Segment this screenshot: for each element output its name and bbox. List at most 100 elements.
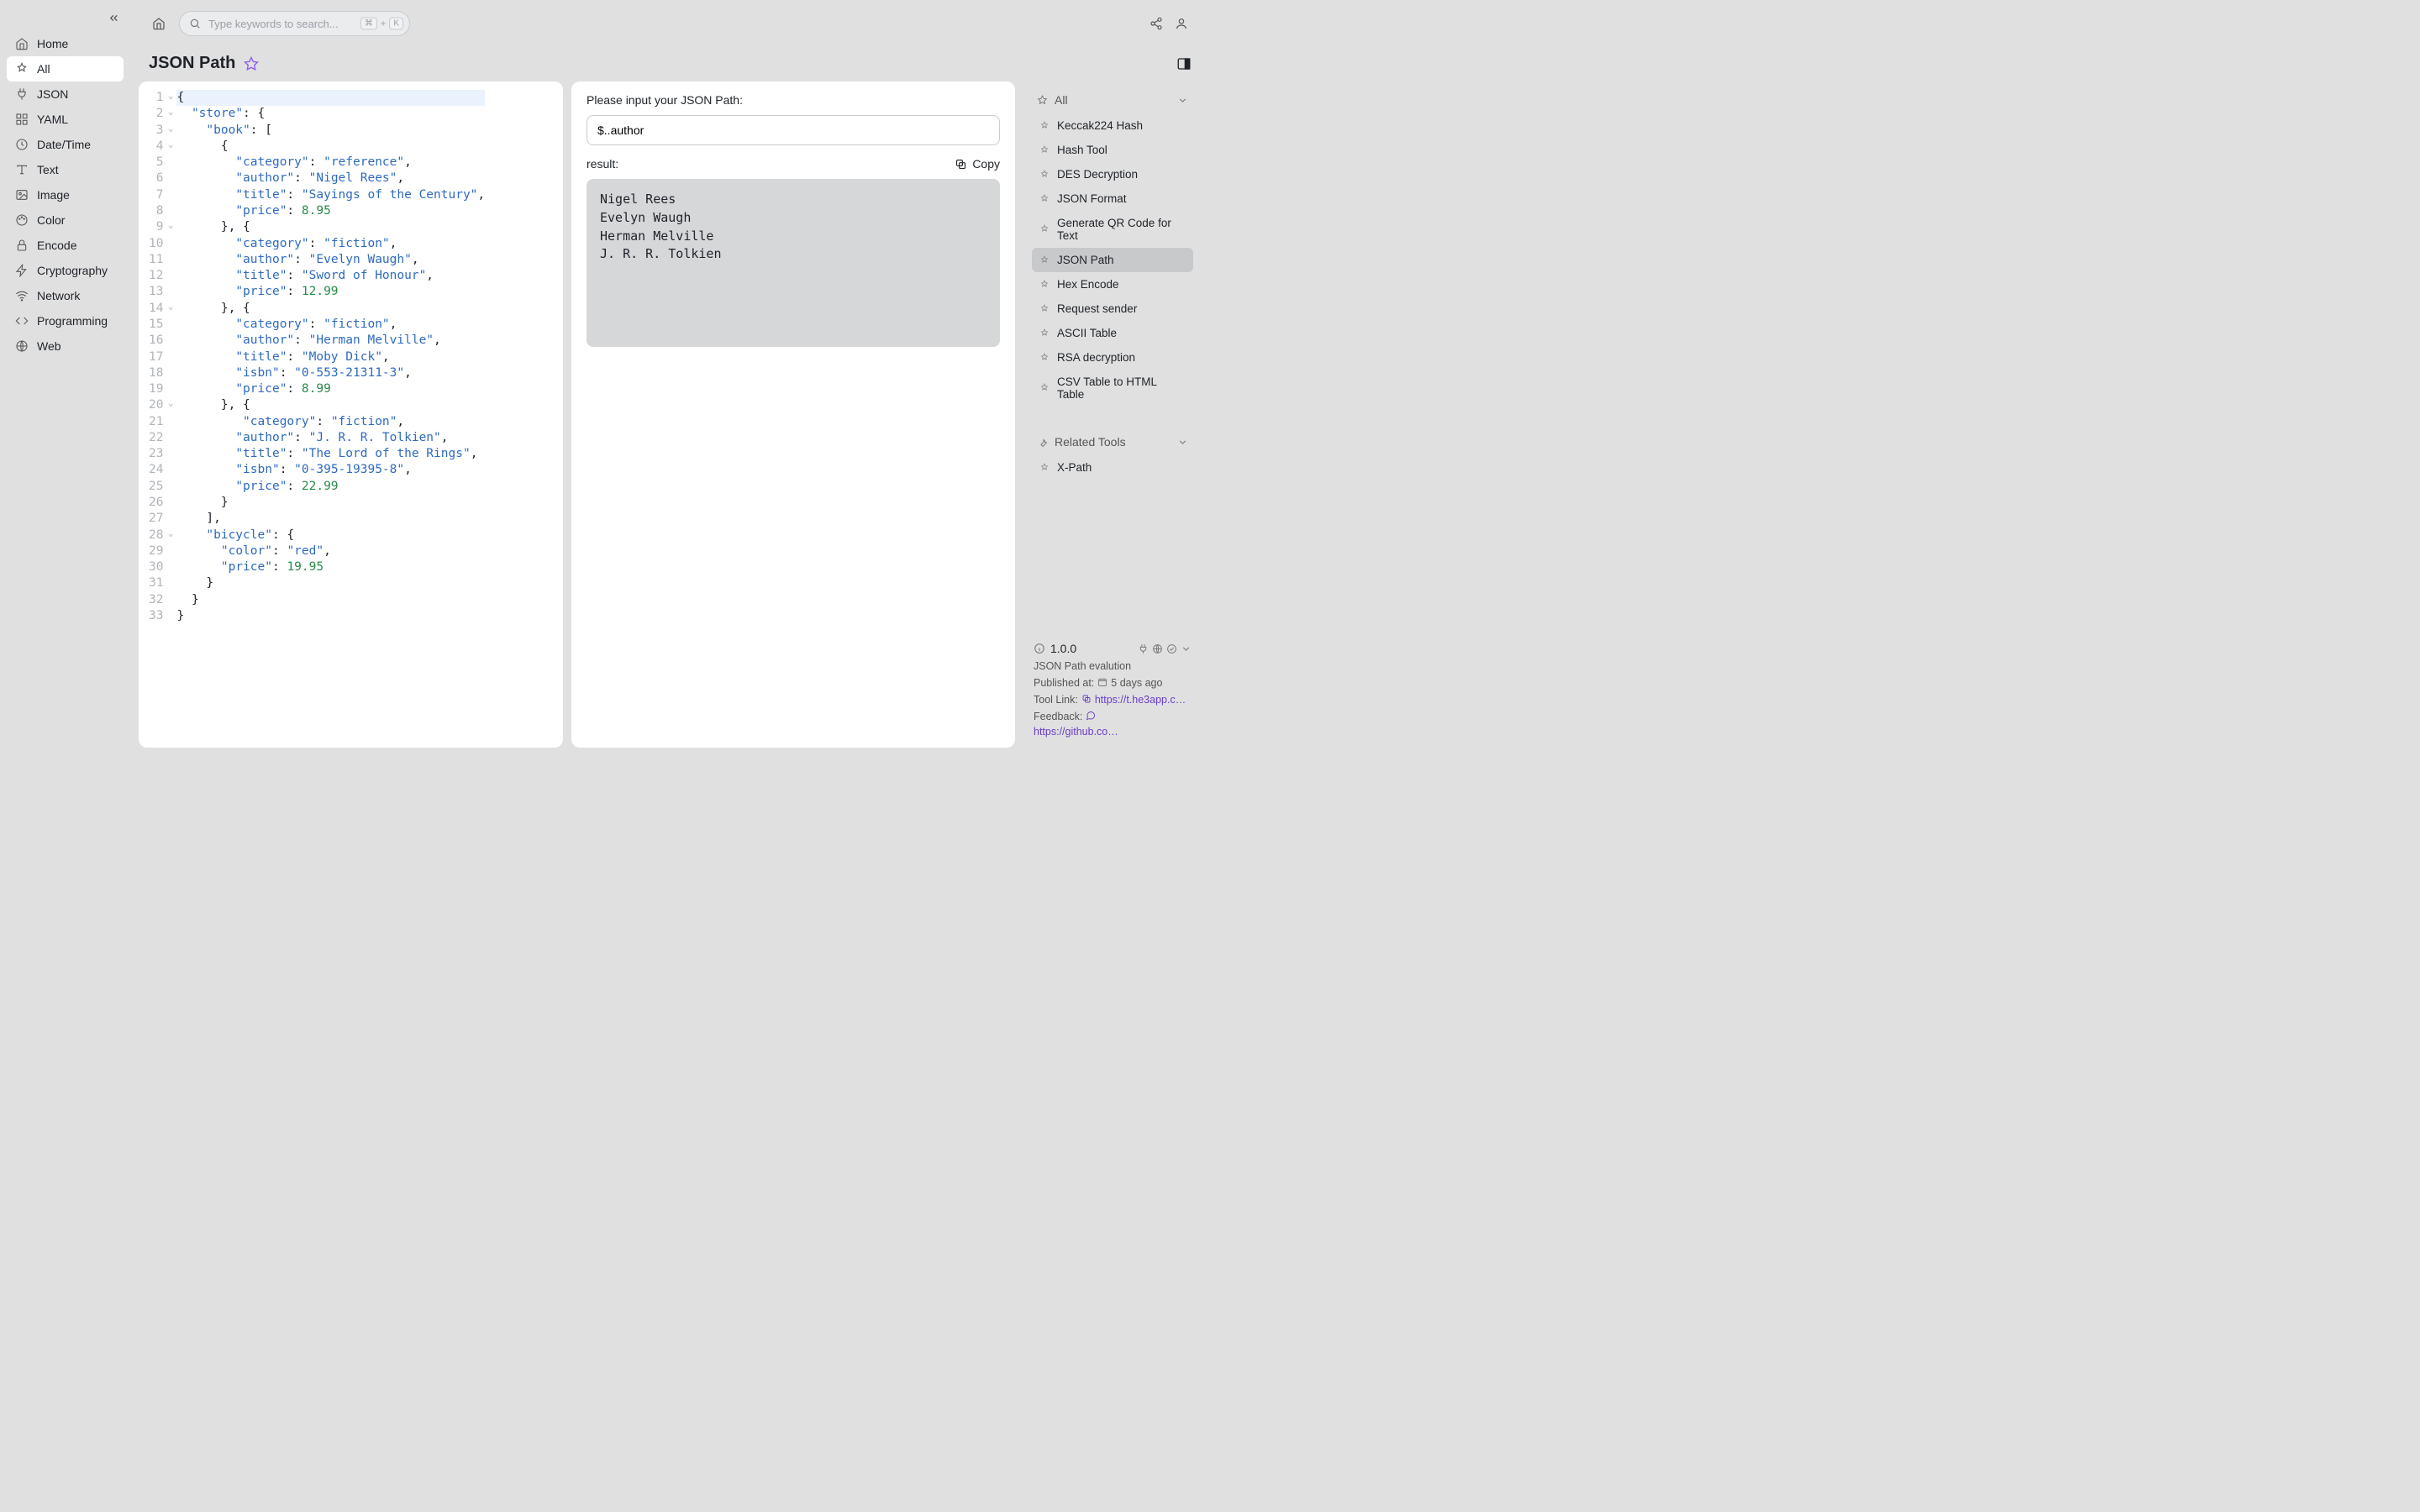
- tool-link-label: Tool Link:: [1034, 694, 1078, 706]
- palette-icon: [15, 213, 29, 227]
- sidebar-item-programming[interactable]: Programming: [7, 308, 124, 333]
- sidebar-item-yaml[interactable]: YAML: [7, 107, 124, 132]
- sidebar-item-json[interactable]: JSON: [7, 81, 124, 107]
- feedback-label: Feedback:: [1034, 711, 1082, 722]
- pin-icon: [1039, 328, 1050, 339]
- topbar: ⌘ + K: [139, 5, 1202, 42]
- sidebar-item-label: Web: [37, 339, 61, 353]
- home-button[interactable]: [147, 12, 171, 35]
- globe-icon: [15, 339, 29, 353]
- tool-item-hex-encode[interactable]: Hex Encode: [1032, 272, 1193, 297]
- tool-item-keccak224-hash[interactable]: Keccak224 Hash: [1032, 113, 1193, 138]
- json-editor-panel: 1234567891011121314151617181920212223242…: [139, 81, 563, 748]
- copy-button[interactable]: Copy: [955, 157, 1000, 171]
- jsonpath-input[interactable]: [587, 115, 1000, 145]
- panel-toggle-button[interactable]: [1176, 56, 1192, 71]
- plug-icon: [15, 87, 29, 101]
- plug-icon[interactable]: [1138, 643, 1149, 654]
- result-output[interactable]: Nigel Rees Evelyn Waugh Herman Melville …: [587, 179, 1000, 347]
- favorite-button[interactable]: [244, 56, 259, 71]
- tool-item-label: JSON Path: [1057, 254, 1114, 266]
- calendar-icon: [1097, 677, 1107, 687]
- sidebar-item-home[interactable]: Home: [7, 31, 124, 56]
- pin-icon: [1039, 193, 1050, 205]
- pin-icon: [1039, 352, 1050, 364]
- sidebar-item-color[interactable]: Color: [7, 207, 124, 233]
- sidebar-item-image[interactable]: Image: [7, 182, 124, 207]
- sidebar-item-all[interactable]: All: [7, 56, 124, 81]
- sidebar-item-label: Programming: [37, 314, 108, 328]
- sidebar-item-label: All: [37, 62, 50, 76]
- feedback-link[interactable]: https://github.com/…: [1034, 726, 1126, 738]
- tool-item-des-decryption[interactable]: DES Decryption: [1032, 162, 1193, 186]
- topbar-right: [1150, 17, 1193, 30]
- tool-item-request-sender[interactable]: Request sender: [1032, 297, 1193, 321]
- related-item-x-path[interactable]: X-Path: [1032, 455, 1193, 480]
- all-tools-panel: All Keccak224 Hash Hash Tool DES Decryptio…: [1023, 81, 1202, 415]
- sidebar-item-label: Color: [37, 213, 65, 227]
- sidebar-collapse-button[interactable]: [0, 7, 130, 31]
- search-icon: [189, 18, 201, 29]
- sidebar-item-cryptography[interactable]: Cryptography: [7, 258, 124, 283]
- star-icon: [244, 56, 259, 71]
- chevron-down-icon: [1177, 95, 1188, 106]
- tool-item-rsa-decryption[interactable]: RSA decryption: [1032, 345, 1193, 370]
- sidebar-item-web[interactable]: Web: [7, 333, 124, 359]
- sidebar-item-label: Encode: [37, 239, 76, 252]
- sidebar-item-encode[interactable]: Encode: [7, 233, 124, 258]
- sidebar-item-text[interactable]: Text: [7, 157, 124, 182]
- search-shortcut: ⌘ + K: [360, 18, 403, 30]
- tool-item-label: CSV Table to HTML Table: [1057, 375, 1186, 401]
- sidebar-item-label: Cryptography: [37, 264, 108, 277]
- wifi-icon: [15, 289, 29, 302]
- chevron-double-left-icon: [108, 12, 120, 24]
- tool-item-hash-tool[interactable]: Hash Tool: [1032, 138, 1193, 162]
- code-editor[interactable]: 1234567891011121314151617181920212223242…: [139, 90, 563, 624]
- share-icon: [1150, 17, 1163, 30]
- user-button[interactable]: [1175, 17, 1188, 30]
- globe-icon[interactable]: [1152, 643, 1163, 654]
- tool-item-label: ASCII Table: [1057, 327, 1117, 339]
- chevron-down-icon: [1177, 437, 1188, 448]
- related-tools-header[interactable]: Related Tools: [1032, 432, 1193, 455]
- chevron-down-icon[interactable]: [1181, 643, 1192, 654]
- pin-icon: [15, 62, 29, 76]
- kbd-cmd: ⌘: [360, 18, 377, 30]
- sidebar-item-label: YAML: [37, 113, 68, 126]
- pin-icon: [1037, 95, 1048, 106]
- grid-icon: [15, 113, 29, 126]
- tool-description: JSON Path evalution: [1034, 660, 1192, 672]
- tool-item-ascii-table[interactable]: ASCII Table: [1032, 321, 1193, 345]
- published-label: Published at:: [1034, 677, 1094, 689]
- page-title: JSON Path: [149, 54, 235, 73]
- all-tools-header[interactable]: All: [1032, 90, 1193, 113]
- check-circle-icon[interactable]: [1166, 643, 1177, 654]
- tool-item-generate-qr-code-for-text[interactable]: Generate QR Code for Text: [1032, 211, 1193, 248]
- message-icon: [1086, 711, 1096, 721]
- jsonpath-panel: Please input your JSON Path: result: Cop…: [571, 81, 1015, 748]
- search-wrap: ⌘ + K: [179, 11, 410, 36]
- home-icon: [15, 37, 29, 50]
- share-button[interactable]: [1150, 17, 1163, 30]
- tool-item-label: Hex Encode: [1057, 278, 1119, 291]
- clock-icon: [15, 138, 29, 151]
- sidebar-item-label: Date/Time: [37, 138, 91, 151]
- pin-icon: [1039, 462, 1050, 474]
- tool-item-json-format[interactable]: JSON Format: [1032, 186, 1193, 211]
- sidebar-item-network[interactable]: Network: [7, 283, 124, 308]
- image-icon: [15, 188, 29, 202]
- pin-icon: [1039, 169, 1050, 181]
- tool-item-label: Request sender: [1057, 302, 1137, 315]
- tool-item-csv-table-to-html-table[interactable]: CSV Table to HTML Table: [1032, 370, 1193, 407]
- related-item-label: X-Path: [1057, 461, 1092, 474]
- pin-icon: [1039, 303, 1050, 315]
- tool-item-json-path[interactable]: JSON Path: [1032, 248, 1193, 272]
- sidebar-item-date-time[interactable]: Date/Time: [7, 132, 124, 157]
- tool-link[interactable]: https://t.he3app.co…: [1095, 694, 1187, 706]
- result-label: result:: [587, 157, 618, 171]
- tool-item-label: RSA decryption: [1057, 351, 1135, 364]
- tool-item-label: Hash Tool: [1057, 144, 1107, 156]
- kbd-k: K: [389, 18, 403, 30]
- copy-icon: [955, 158, 967, 171]
- jsonpath-input-label: Please input your JSON Path:: [587, 93, 1000, 107]
